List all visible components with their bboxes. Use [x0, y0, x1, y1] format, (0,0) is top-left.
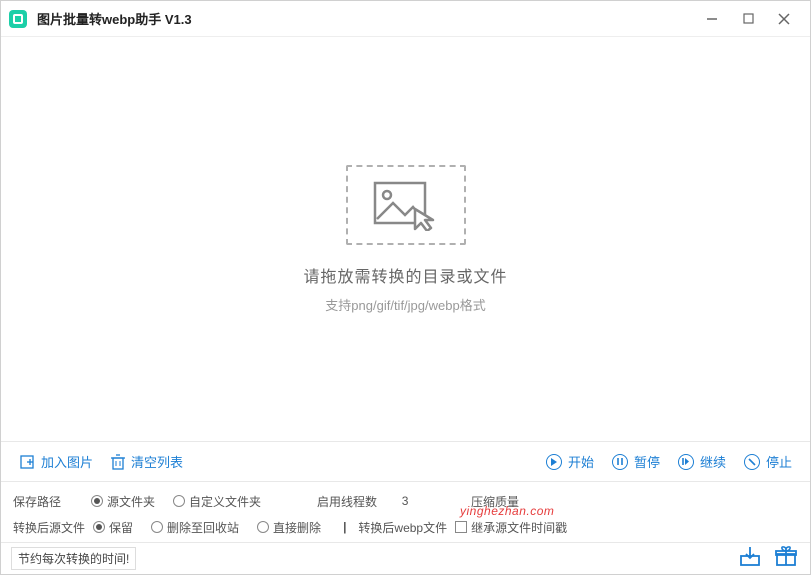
close-icon: [778, 13, 790, 25]
after-webp-label: 转换后webp文件: [358, 519, 447, 536]
checkbox-icon: [455, 521, 467, 533]
resume-icon: [678, 454, 694, 470]
radio-delete-label: 直接删除: [273, 519, 321, 536]
radio-source-folder[interactable]: 源文件夹: [91, 493, 155, 510]
radio-icon: [151, 521, 163, 533]
minimize-button[interactable]: [694, 1, 730, 37]
inbox-button[interactable]: [737, 543, 763, 569]
clear-list-button[interactable]: 清空列表: [105, 448, 189, 475]
resume-label: 继续: [700, 452, 726, 471]
save-path-label: 保存路径: [13, 493, 83, 510]
radio-icon: [91, 495, 103, 507]
trash-icon: [111, 454, 125, 470]
start-label: 开始: [568, 452, 594, 471]
maximize-button[interactable]: [730, 1, 766, 37]
app-title: 图片批量转webp助手 V1.3: [37, 9, 192, 28]
radio-keep[interactable]: 保留: [93, 519, 133, 536]
gift-button[interactable]: [773, 543, 799, 569]
corner-icons: [737, 543, 799, 569]
radio-source-label: 源文件夹: [107, 493, 155, 510]
settings-row-1: 保存路径 源文件夹 自定义文件夹 启用线程数 压缩质量: [13, 488, 798, 514]
radio-custom-folder[interactable]: 自定义文件夹: [173, 493, 261, 510]
threads-label: 启用线程数: [317, 493, 377, 510]
play-icon: [546, 454, 562, 470]
radio-recycle-label: 删除至回收站: [167, 519, 239, 536]
close-button[interactable]: [766, 1, 802, 37]
radio-icon: [257, 521, 269, 533]
settings-row-2: 转换后源文件 保留 删除至回收站 直接删除 | 转换后webp文件 继承源文件时…: [13, 514, 798, 540]
statusbar: 节约每次转换的时间!: [1, 542, 810, 574]
dropzone-main-text: 请拖放需转换的目录或文件: [303, 263, 507, 287]
app-icon: [9, 10, 27, 28]
maximize-icon: [743, 13, 754, 24]
inherit-time-label: 继承源文件时间戳: [471, 519, 567, 536]
radio-icon: [173, 495, 185, 507]
status-text: 节约每次转换的时间!: [11, 547, 136, 570]
radio-icon: [93, 521, 105, 533]
add-icon: [19, 454, 35, 470]
checkbox-inherit-time[interactable]: 继承源文件时间戳: [455, 519, 567, 536]
after-source-label: 转换后源文件: [13, 519, 85, 536]
stop-button[interactable]: 停止: [738, 448, 798, 475]
add-images-label: 加入图片: [41, 452, 93, 471]
pause-button[interactable]: 暂停: [606, 448, 666, 475]
titlebar: 图片批量转webp助手 V1.3: [1, 1, 810, 37]
radio-delete[interactable]: 直接删除: [257, 519, 321, 536]
radio-keep-label: 保留: [109, 519, 133, 536]
start-button[interactable]: 开始: [540, 448, 600, 475]
settings-panel: 保存路径 源文件夹 自定义文件夹 启用线程数 压缩质量 转换后源文件 保留 删除…: [1, 481, 810, 542]
radio-custom-label: 自定义文件夹: [189, 493, 261, 510]
clear-list-label: 清空列表: [131, 452, 183, 471]
radio-recycle[interactable]: 删除至回收站: [151, 519, 239, 536]
image-cursor-icon: [346, 165, 466, 245]
minimize-icon: [706, 13, 718, 25]
app-window: 图片批量转webp助手 V1.3 请拖放需转换的目录或文件 支持png/gif/…: [0, 0, 811, 575]
pause-label: 暂停: [634, 452, 660, 471]
stop-label: 停止: [766, 452, 792, 471]
stop-icon: [744, 454, 760, 470]
gift-icon: [774, 544, 798, 568]
inbox-icon: [738, 544, 762, 568]
separator: |: [343, 520, 346, 534]
threads-input[interactable]: [385, 494, 425, 508]
toolbar: 加入图片 清空列表 开始 暂停 继续 停止: [1, 441, 810, 481]
quality-label: 压缩质量: [471, 493, 519, 510]
drop-zone[interactable]: 请拖放需转换的目录或文件 支持png/gif/tif/jpg/webp格式: [1, 37, 810, 441]
add-images-button[interactable]: 加入图片: [13, 448, 99, 475]
resume-button[interactable]: 继续: [672, 448, 732, 475]
pause-icon: [612, 454, 628, 470]
dropzone-sub-text: 支持png/gif/tif/jpg/webp格式: [325, 295, 485, 314]
